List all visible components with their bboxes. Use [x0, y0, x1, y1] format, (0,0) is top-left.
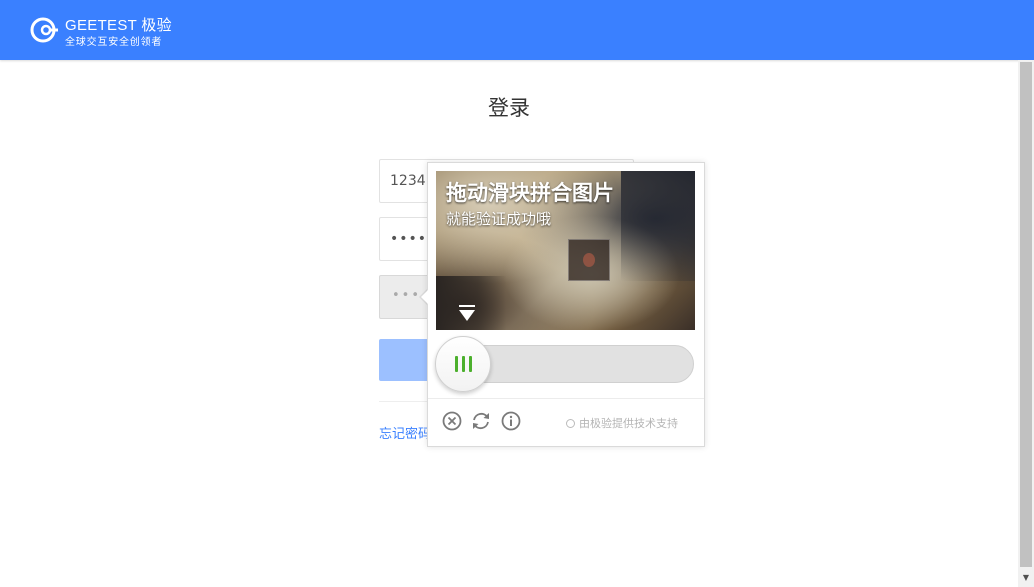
- brand-slogan: 全球交互安全创领者: [65, 37, 163, 48]
- provider-credit[interactable]: 由极验提供技术支持: [566, 415, 678, 431]
- brand-name: GEETEST 极验: [65, 17, 172, 34]
- popup-footer-divider: [428, 398, 704, 399]
- header-bar: GEETEST 极验 全球交互安全创领者: [0, 0, 1034, 60]
- refresh-icon[interactable]: [470, 410, 492, 432]
- puzzle-instruction-subtitle: 就能验证成功哦: [446, 210, 552, 228]
- puzzle-instruction-title: 拖动滑块拼合图片: [446, 181, 614, 205]
- close-icon[interactable]: [441, 410, 463, 432]
- info-icon[interactable]: [500, 410, 522, 432]
- collapse-down-arrow-icon[interactable]: [459, 310, 475, 321]
- puzzle-shadow-left: [436, 276, 506, 330]
- puzzle-slot-detail: [583, 253, 595, 267]
- provider-credit-text: 由极验提供技术支持: [579, 417, 678, 430]
- collapse-arrow-bar[interactable]: [459, 305, 475, 307]
- puzzle-piece-slot: [568, 239, 610, 281]
- scroll-down-arrow-icon[interactable]: ▼: [1018, 569, 1034, 587]
- grip-line-icon: [462, 356, 465, 372]
- forgot-password-link[interactable]: 忘记密码: [379, 423, 431, 442]
- geetest-small-logo-icon: [566, 419, 575, 428]
- page-title: 登录: [488, 96, 530, 120]
- captcha-puzzle-image: 拖动滑块拼合图片 就能验证成功哦: [436, 171, 695, 330]
- popup-pointer-inner: [421, 290, 428, 304]
- grip-line-icon: [469, 356, 472, 372]
- grip-line-icon: [455, 356, 458, 372]
- page-scrollbar-thumb[interactable]: [1020, 62, 1032, 567]
- geetest-logo-icon: [30, 17, 58, 43]
- puzzle-shadow-right: [621, 171, 695, 281]
- captcha-slider-knob[interactable]: [435, 336, 491, 392]
